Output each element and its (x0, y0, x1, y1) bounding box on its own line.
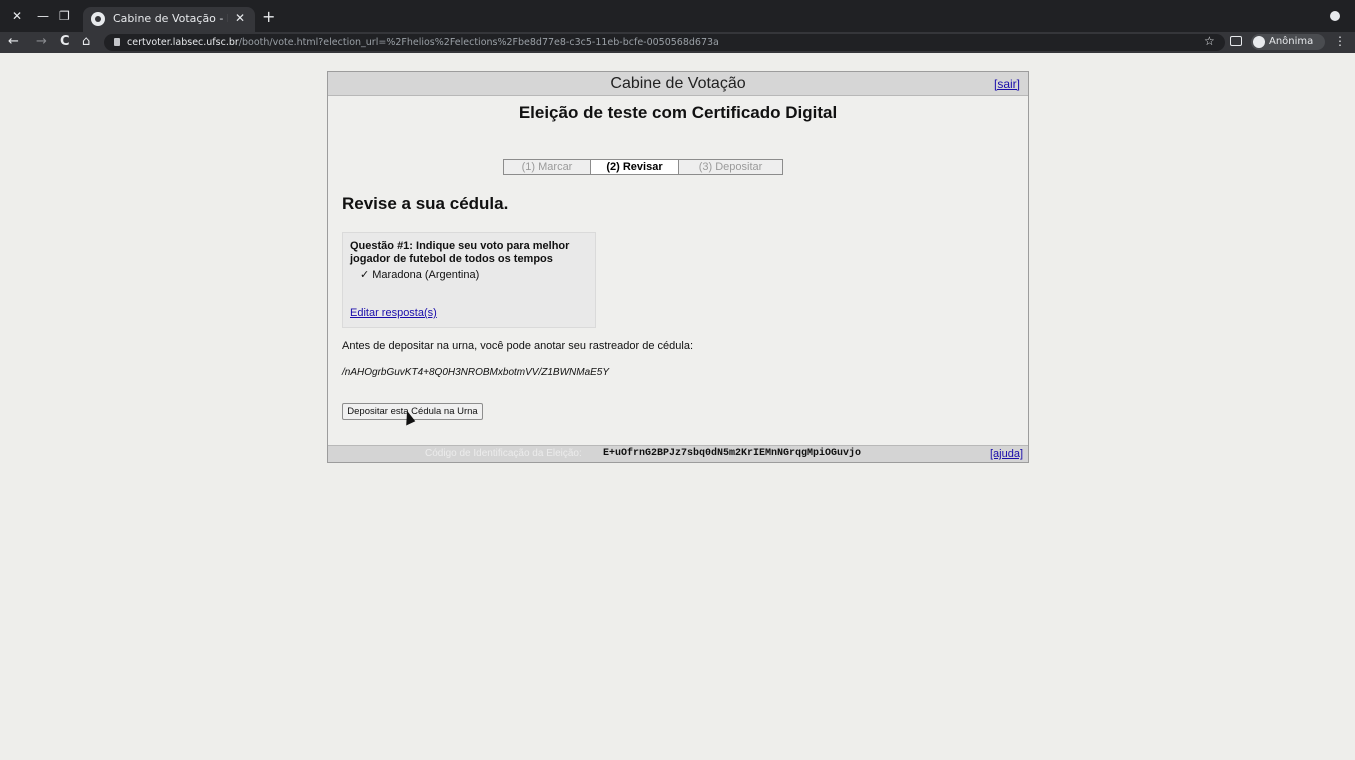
step-mark: (1) Marcar (504, 160, 590, 174)
step-cast: (3) Depositar (678, 160, 782, 174)
window-minimize-icon[interactable]: — (37, 8, 49, 24)
back-icon[interactable]: ← (8, 34, 19, 50)
tracker-info-text: Antes de depositar na urna, você pode an… (342, 340, 694, 352)
step-review: (2) Revisar (590, 160, 678, 174)
election-name: Eleição de teste com Certificado Digital (518, 103, 838, 122)
incognito-icon (1253, 36, 1265, 48)
lock-icon (114, 38, 120, 46)
url-text: certvoter.labsec.ufsc.br/booth/vote.html… (127, 36, 719, 49)
exit-link[interactable]: [sair] (994, 77, 1020, 91)
forward-icon[interactable]: → (36, 34, 47, 50)
question-title: Questão #1: Indique seu voto para melhor… (350, 240, 570, 265)
new-tab-button[interactable]: + (262, 7, 275, 26)
reload-icon[interactable]: C (60, 34, 70, 50)
tab-title: Cabine de Votação - Eleiç (113, 12, 228, 25)
browser-menu-icon[interactable]: ⋮ (1334, 34, 1346, 48)
url-host: certvoter.labsec.ufsc.br (127, 37, 239, 48)
booth-title: Cabine de Votação (610, 75, 746, 92)
progress-steps: (1) Marcar (2) Revisar (3) Depositar (503, 159, 783, 175)
help-link[interactable]: [ajuda] (990, 448, 1023, 460)
selected-answer: ✓ Maradona (Argentina) (360, 269, 480, 281)
bookmark-star-icon[interactable]: ☆ (1204, 34, 1215, 48)
booth-footer: Código de Identificação da Eleição: E+uO… (328, 445, 1028, 462)
ballot-tracker: /nAHOgrbGuvKT4+8Q0H3NROBMxbotmVV/Z1BWNMa… (342, 367, 610, 378)
question-summary: Questão #1: Indique seu voto para melhor… (342, 232, 596, 328)
home-icon[interactable]: ⌂ (82, 34, 90, 50)
browser-tabbar: ✕ — ❐ Cabine de Votação - Eleiç ✕ + (0, 0, 1355, 32)
booth-header: Cabine de Votação [sair] (328, 72, 1028, 96)
tab-search-icon[interactable] (1330, 11, 1340, 21)
election-id-code: E+uOfrnG2BPJz7sbq0dN5m2KrIEMnNGrqgMpiOGu… (603, 448, 862, 459)
tab-close-icon[interactable]: ✕ (235, 11, 245, 25)
page-heading: Revise a sua cédula. (342, 194, 509, 213)
voting-booth: Cabine de Votação [sair] Eleição de test… (327, 71, 1029, 463)
window-close-icon[interactable]: ✕ (12, 8, 22, 24)
globe-icon (91, 12, 105, 26)
address-bar[interactable]: certvoter.labsec.ufsc.br/booth/vote.html… (104, 34, 1225, 51)
profile-label: Anônima (1269, 36, 1314, 47)
window-restore-icon[interactable]: ❐ (59, 8, 70, 24)
election-id-label: Código de Identificação da Eleição: (425, 448, 582, 459)
incognito-profile[interactable]: Anônima (1251, 34, 1325, 50)
edit-answers-link[interactable]: Editar resposta(s) (350, 307, 437, 319)
cast-icon[interactable] (1230, 36, 1242, 46)
url-path: /booth/vote.html?election_url=%2Fhelios%… (238, 37, 719, 48)
browser-tab[interactable]: Cabine de Votação - Eleiç ✕ (83, 7, 255, 32)
browser-toolbar: ← → C ⌂ certvoter.labsec.ufsc.br/booth/v… (0, 32, 1355, 53)
